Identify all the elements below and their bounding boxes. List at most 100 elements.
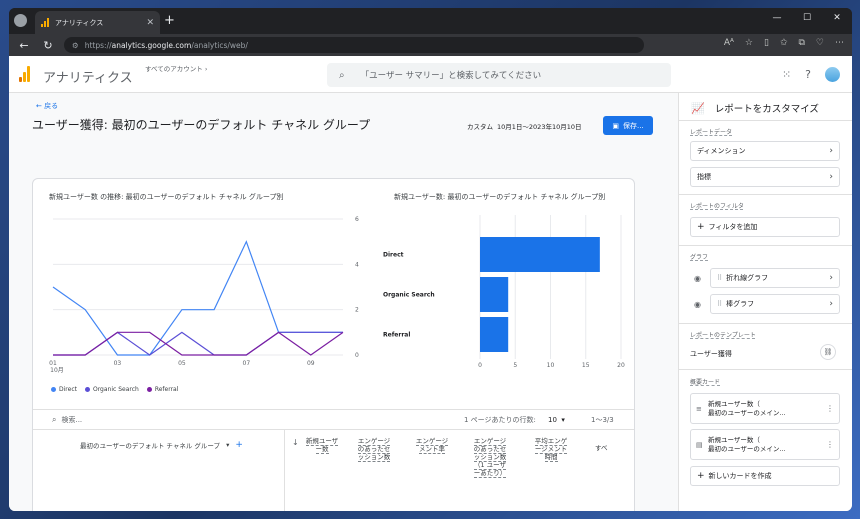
pager-text: 1～3/3 bbox=[591, 415, 614, 424]
browser-toolbar-icons: Aᴬ ☆ ▯ ✩ ⧉ ♡ ⋯ bbox=[724, 38, 844, 48]
metric-item[interactable]: 指標 › bbox=[690, 167, 840, 187]
dimension-dropdown-icon[interactable]: ▾ bbox=[226, 441, 229, 449]
plus-icon: + bbox=[697, 222, 705, 232]
user-avatar[interactable] bbox=[825, 67, 840, 82]
maximize-icon[interactable]: ☐ bbox=[792, 8, 822, 28]
rows-per-page-label: 1 ページあたりの行数: bbox=[464, 415, 536, 424]
account-selector[interactable]: すべてのアカウント › bbox=[145, 63, 207, 73]
legend-dot-icon bbox=[51, 387, 56, 392]
favorite-star-icon[interactable]: ☆ bbox=[745, 38, 753, 48]
legend-dot-icon bbox=[146, 387, 152, 392]
more-menu-icon[interactable]: ⋯ bbox=[835, 38, 844, 48]
metric-header-avg-engagement-time[interactable]: 平均エンゲージメント時間 bbox=[532, 437, 570, 462]
card-type-icon: ≡ bbox=[696, 405, 702, 413]
eye-icon[interactable]: ◉ bbox=[694, 300, 701, 309]
minimize-icon[interactable]: — bbox=[762, 8, 792, 28]
back-arrow-icon[interactable]: ← bbox=[15, 39, 33, 52]
split-screen-icon[interactable]: ▯ bbox=[764, 38, 769, 48]
legend-item[interactable]: Organic Search bbox=[84, 386, 139, 393]
favorites-icon[interactable]: ✩ bbox=[780, 38, 788, 48]
analytics-logo-icon[interactable] bbox=[19, 66, 30, 82]
x-month-label: 10月 bbox=[50, 367, 64, 374]
new-card-button[interactable]: + 新しいカードを作成 bbox=[690, 466, 840, 486]
card-type-icon: ▤ bbox=[696, 441, 703, 449]
add-dimension-icon[interactable]: + bbox=[235, 440, 243, 450]
browser-tab[interactable]: アナリティクス ✕ bbox=[35, 11, 160, 34]
read-aloud-icon[interactable]: Aᴬ bbox=[724, 38, 734, 48]
drag-handle-icon[interactable]: ⠿ bbox=[717, 300, 722, 308]
summary-card-line1: 新規ユーザー数（ bbox=[708, 436, 760, 444]
dimension-header[interactable]: 最初のユーザーのデフォルト チャネル グループ ▾ + bbox=[80, 440, 243, 450]
summary-card-line2: 最初のユーザーのメイン... bbox=[708, 445, 786, 453]
reload-icon[interactable]: ↻ bbox=[39, 39, 57, 52]
table-search-icon: ⌕ bbox=[52, 414, 57, 424]
table-search-bar: ⌕ 検索... 1 ページあたりの行数: 10 ▾ 1～3/3 bbox=[33, 409, 634, 430]
metric-header-all[interactable]: すべ bbox=[595, 444, 633, 452]
back-link[interactable]: ← 戻る bbox=[36, 101, 58, 111]
bar-graph-item[interactable]: ⠿ 棒グラフ › bbox=[710, 294, 840, 314]
divider bbox=[679, 120, 852, 121]
summary-card[interactable]: ≡ 新規ユーザー数（ 最初のユーザーのメイン... ⋮ bbox=[690, 393, 840, 424]
browser-window: アナリティクス ✕ + — ☐ ✕ ← ↻ ⚙ https://analytic… bbox=[9, 8, 852, 511]
new-tab-icon[interactable]: + bbox=[164, 13, 175, 28]
add-filter-button[interactable]: + フィルタを追加 bbox=[690, 217, 840, 237]
search-box[interactable]: ⌕ 「ユーザー サマリー」と検索してみてください bbox=[327, 63, 671, 87]
metric-header-engagement-rate[interactable]: エンゲージメント率 bbox=[413, 437, 451, 454]
legend-item[interactable]: Referral bbox=[146, 386, 178, 393]
eye-icon[interactable]: ◉ bbox=[694, 274, 701, 283]
graph-section-label: グラフ bbox=[690, 254, 709, 261]
summary-card-line2: 最初のユーザーのメイン... bbox=[708, 409, 786, 417]
table-search-input[interactable]: 検索... bbox=[61, 415, 82, 425]
category-label: Direct bbox=[383, 252, 404, 259]
chevron-right-icon: › bbox=[829, 172, 833, 182]
summary-card-line1: 新規ユーザー数（ bbox=[708, 400, 760, 408]
sort-arrow-icon[interactable]: ↓ bbox=[292, 438, 299, 447]
customize-panel: 📈 レポートをカスタマイズ レポートデータ ディメンション › 指標 › レポートの… bbox=[678, 93, 852, 511]
url-bar[interactable]: ⚙ https://analytics.google.com/analytics… bbox=[64, 37, 644, 53]
x-tick-label: 09 bbox=[307, 360, 315, 367]
site-info-icon[interactable]: ⚙ bbox=[72, 41, 79, 50]
category-label: Organic Search bbox=[383, 292, 435, 299]
legend-item[interactable]: Direct bbox=[51, 386, 77, 393]
x-tick-label: 0 bbox=[478, 362, 482, 369]
y-tick-label: 4 bbox=[355, 261, 359, 268]
window-close-icon[interactable]: ✕ bbox=[822, 8, 852, 28]
bar-chart-title: 新規ユーザー数: 最初のユーザーのデフォルト チャネル グループ別 bbox=[394, 193, 606, 201]
report-card: 新規ユーザー数 の推移: 最初のユーザーのデフォルト チャネル グループ別 0 2… bbox=[32, 178, 635, 511]
save-button[interactable]: ▣ 保存... bbox=[603, 116, 653, 135]
app-title[interactable]: アナリティクス bbox=[43, 67, 133, 86]
kebab-menu-icon[interactable]: ⋮ bbox=[826, 404, 834, 413]
x-tick-label: 03 bbox=[114, 360, 122, 367]
metric-header-sessions-per-user[interactable]: エンゲージのあったセッション数（1 ユーザーあたり） bbox=[471, 437, 509, 478]
date-range-picker[interactable]: カスタム 10月1日～2023年10月10日 bbox=[467, 121, 582, 131]
y-tick-label: 2 bbox=[355, 307, 359, 314]
summary-card[interactable]: ▤ 新規ユーザー数（ 最初のユーザーのメイン... ⋮ bbox=[690, 429, 840, 460]
analytics-favicon-icon bbox=[41, 18, 50, 27]
bar-referral bbox=[480, 317, 509, 352]
drag-handle-icon[interactable]: ⠿ bbox=[717, 274, 722, 282]
kebab-menu-icon[interactable]: ⋮ bbox=[826, 440, 834, 449]
tab-close-icon[interactable]: ✕ bbox=[146, 18, 154, 28]
line-graph-item[interactable]: ⠿ 折れ線グラフ › bbox=[710, 268, 840, 288]
analytics-page: アナリティクス すべてのアカウント › ⌕ 「ユーザー サマリー」と検索してみて… bbox=[9, 56, 852, 511]
search-icon: ⌕ bbox=[339, 69, 345, 81]
profile-avatar[interactable] bbox=[14, 14, 27, 27]
divider bbox=[679, 245, 852, 246]
apps-grid-icon[interactable]: ⁙ bbox=[782, 68, 791, 81]
report-main: ← 戻る ユーザー獲得: 最初のユーザーのデフォルト チャネル グループ カスタ… bbox=[9, 93, 678, 511]
template-section-label: レポートのテンプレート bbox=[690, 332, 756, 339]
dimension-item[interactable]: ディメンション › bbox=[690, 141, 840, 161]
metric-header-new-users[interactable]: 新規ユーザー数 bbox=[303, 437, 341, 454]
report-data-label: レポートデータ bbox=[690, 129, 733, 136]
unlink-template-icon[interactable]: ⛓ bbox=[820, 344, 836, 360]
divider bbox=[679, 194, 852, 195]
x-tick-label: 01 bbox=[49, 360, 57, 367]
rows-per-page-select[interactable]: 10 ▾ bbox=[548, 416, 565, 424]
extension-icon[interactable]: ♡ bbox=[816, 38, 824, 48]
y-tick-label: 0 bbox=[355, 352, 359, 359]
metric-header-engaged-sessions[interactable]: エンゲージのあったセッション数 bbox=[355, 437, 393, 462]
help-icon[interactable]: ? bbox=[805, 68, 811, 81]
divider bbox=[679, 323, 852, 324]
bar-chart: 0 5 10 15 20 Direct Organic Search Referral bbox=[383, 215, 625, 369]
collections-icon[interactable]: ⧉ bbox=[798, 38, 804, 48]
